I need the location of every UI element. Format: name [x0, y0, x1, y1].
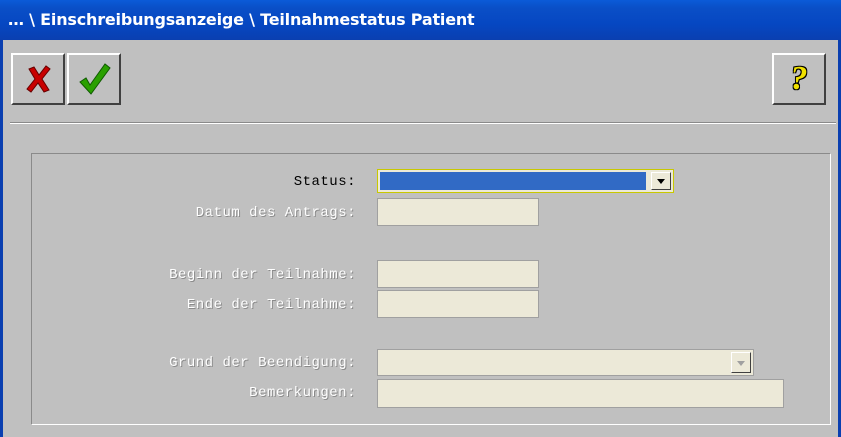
- bemerkungen-field[interactable]: [377, 379, 784, 408]
- datum-antrag-label: Datum des Antrags:: [195, 205, 356, 221]
- ende-teilnahme-label: Ende der Teilnahme:: [186, 297, 356, 313]
- green-check-icon: [79, 63, 111, 95]
- status-dropdown-button[interactable]: [651, 172, 671, 190]
- confirm-button[interactable]: [67, 53, 121, 105]
- status-select[interactable]: [377, 169, 674, 193]
- ende-teilnahme-field[interactable]: [377, 290, 539, 318]
- status-label: Status:: [293, 174, 356, 190]
- help-button[interactable]: ?: [772, 53, 826, 105]
- window-title-bar: … \ Einschreibungsanzeige \ Teilnahmesta…: [0, 0, 841, 40]
- grund-beendigung-dropdown-button[interactable]: [731, 352, 751, 373]
- cancel-button[interactable]: [11, 53, 65, 105]
- bemerkungen-label: Bemerkungen:: [249, 385, 356, 401]
- toolbar-separator: [10, 122, 836, 124]
- chevron-down-icon: [657, 179, 665, 184]
- grund-beendigung-select[interactable]: [377, 349, 754, 376]
- red-x-icon: [26, 65, 51, 93]
- window-title: … \ Einschreibungsanzeige \ Teilnahmesta…: [8, 10, 475, 29]
- grund-beendigung-label: Grund der Beendigung:: [169, 355, 356, 371]
- datum-antrag-field[interactable]: [377, 198, 539, 226]
- beginn-teilnahme-label: Beginn der Teilnahme:: [169, 267, 356, 283]
- yellow-question-mark-icon: ?: [790, 60, 808, 97]
- status-selected-value: [380, 172, 646, 190]
- beginn-teilnahme-field[interactable]: [377, 260, 539, 288]
- chevron-down-icon: [737, 360, 745, 366]
